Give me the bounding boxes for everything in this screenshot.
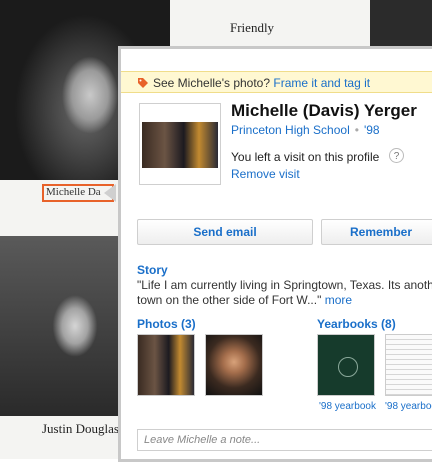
- send-email-button[interactable]: Send email: [137, 219, 313, 245]
- profile-photo-image: [142, 122, 218, 168]
- yearbooks-heading[interactable]: Yearbooks (8): [317, 317, 396, 331]
- photo-tag-notice: See Michelle's photo? Frame it and tag i…: [121, 71, 432, 93]
- story-heading[interactable]: Story: [137, 263, 168, 277]
- profile-name: Michelle (Davis) Yerger: [231, 101, 417, 120]
- notice-text: See Michelle's photo?: [153, 76, 271, 90]
- yearbook-caption-friendly: Friendly: [230, 20, 275, 35]
- story-more-link[interactable]: more: [325, 293, 352, 307]
- photos-heading[interactable]: Photos (3): [137, 317, 196, 331]
- help-icon[interactable]: ?: [389, 148, 404, 163]
- yearbook-emblem-icon: [338, 357, 358, 377]
- story-text: "Life I am currently living in Springtow…: [137, 278, 432, 308]
- photo-thumbnail-2[interactable]: [205, 334, 263, 396]
- story-line-2: town on the other side of Fort W...": [137, 293, 322, 307]
- yearbook-photo-justin: [0, 236, 122, 416]
- class-year-link[interactable]: '98: [364, 123, 380, 137]
- yearbook-label-2[interactable]: '98 yearbook: [385, 401, 432, 412]
- yearbook-label-1[interactable]: '98 yearbook: [319, 401, 376, 412]
- photo-thumbnail-1[interactable]: [137, 334, 195, 396]
- story-line-1: "Life I am currently living in Springtow…: [137, 278, 432, 292]
- frame-and-tag-link[interactable]: Frame it and tag it: [273, 76, 370, 90]
- profile-photo[interactable]: [139, 103, 221, 185]
- school-line: Princeton High School • '98: [231, 123, 380, 137]
- popup-pointer: [104, 184, 116, 202]
- tag-icon: [138, 78, 148, 88]
- remove-visit-link[interactable]: Remove visit: [231, 167, 300, 181]
- visit-status: You left a visit on this profile: [231, 150, 380, 164]
- note-input[interactable]: Leave Michelle a note...: [137, 429, 432, 451]
- yearbook-page-thumbnail[interactable]: [385, 334, 432, 396]
- yearbook-cover-thumbnail[interactable]: [317, 334, 375, 396]
- profile-popup: See Michelle's photo? Frame it and tag i…: [118, 46, 432, 462]
- yearbook-photo-partial: [370, 0, 432, 46]
- school-link[interactable]: Princeton High School: [231, 123, 350, 137]
- remember-button[interactable]: Remember: [321, 219, 432, 245]
- yearbook-caption-justin: Justin Douglas: [42, 421, 119, 436]
